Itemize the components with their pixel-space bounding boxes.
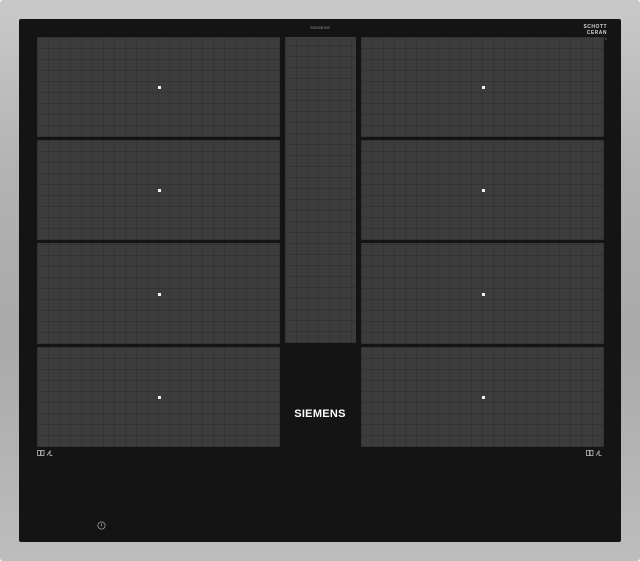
- brand-logo: SIEMENS: [294, 408, 346, 420]
- zone-marker: [157, 189, 161, 192]
- zone-marker: [481, 396, 485, 399]
- cooking-zone-left-1: [37, 37, 280, 137]
- cooking-zone-right-4: [361, 347, 604, 447]
- top-printed-label: SIEMENS: [309, 25, 331, 30]
- flex-zone-icon: [586, 449, 602, 460]
- zone-marker: [157, 292, 161, 296]
- power-icon[interactable]: [97, 517, 106, 530]
- cooking-zone-right-3: [361, 243, 604, 344]
- zone-marker: [157, 86, 161, 89]
- cooking-zone-left-4: [37, 347, 280, 447]
- zone-marker: [157, 396, 161, 399]
- cooking-zone-right-2: [361, 140, 604, 240]
- zone-marker: [481, 86, 485, 89]
- cooking-zone-left-3: [37, 243, 280, 344]
- flex-zone-icon: [37, 449, 53, 460]
- zone-marker: [481, 189, 485, 192]
- center-heating-strip: [285, 37, 356, 343]
- cooking-zone-right-1: [361, 37, 604, 137]
- cooking-zone-left-2: [37, 140, 280, 240]
- zone-marker: [481, 292, 485, 296]
